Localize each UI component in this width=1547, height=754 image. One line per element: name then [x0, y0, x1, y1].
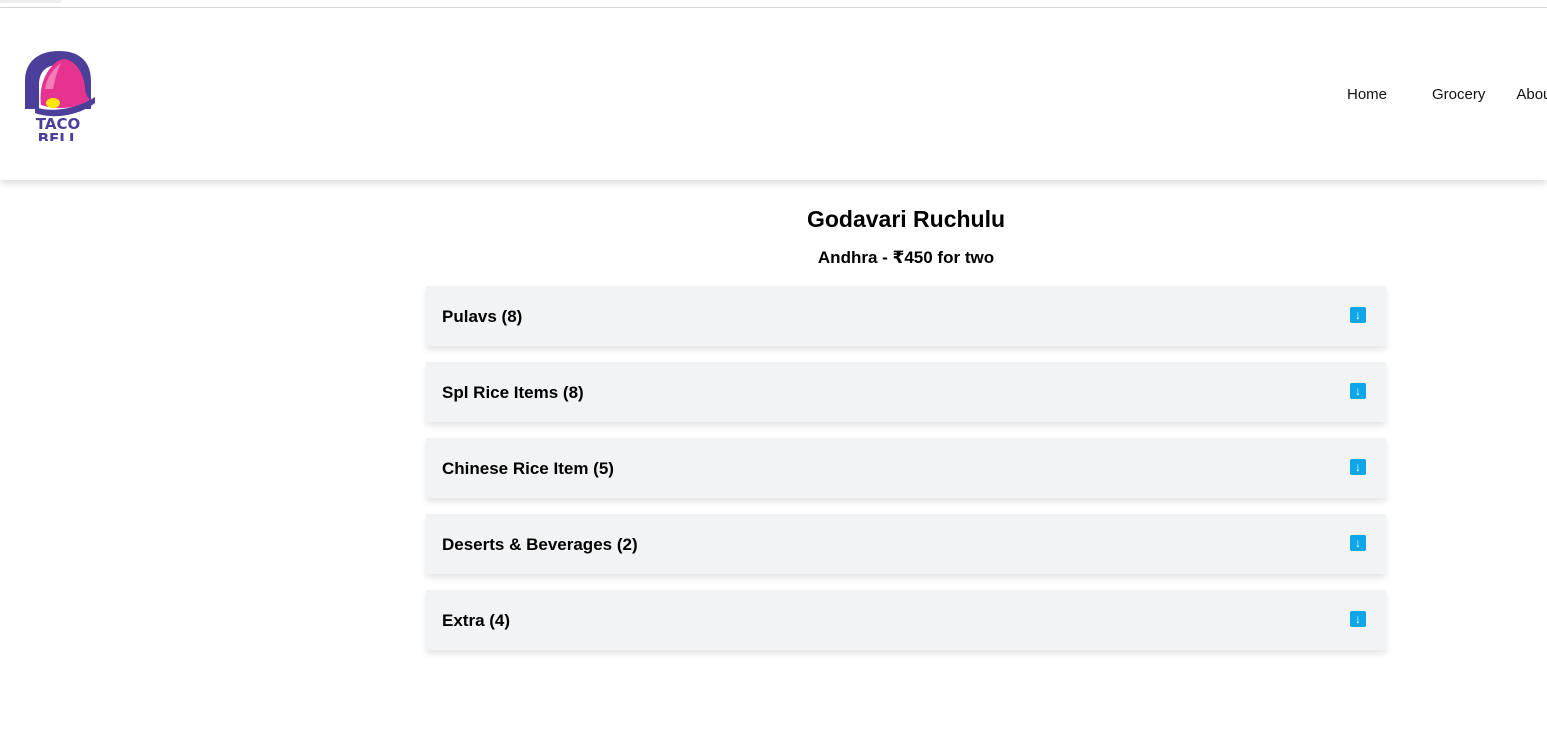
category-accordion-pulavs[interactable]: Pulavs (8) ↓ [426, 286, 1386, 346]
arrow-down-icon[interactable]: ↓ [1350, 459, 1366, 475]
nav-about-link[interactable]: About [1516, 86, 1547, 103]
site-header: TACO BELL Home Grocery About [0, 8, 1547, 180]
arrow-down-icon[interactable]: ↓ [1350, 307, 1366, 323]
category-title: Extra (4) [442, 611, 511, 630]
browser-top-bar [0, 0, 1547, 8]
restaurant-menu: Godavari Ruchulu Andhra - ₹450 for two P… [426, 190, 1386, 666]
arrow-down-icon[interactable]: ↓ [1350, 535, 1366, 551]
nav-home-link[interactable]: Home [1347, 86, 1387, 103]
restaurant-cuisine-price: Andhra - ₹450 for two [817, 248, 995, 267]
arrow-down-icon[interactable]: ↓ [1350, 383, 1366, 399]
arrow-down-icon[interactable]: ↓ [1350, 611, 1366, 627]
category-list: Pulavs (8) ↓ Spl Rice Items (8) ↓ Chines… [426, 286, 1386, 650]
category-title: Chinese Rice Item (5) [442, 459, 614, 478]
main-nav: Home Grocery About [1347, 86, 1547, 103]
restaurant-name: Godavari Ruchulu [806, 206, 1006, 232]
bell-logo-icon: TACO BELL [25, 51, 95, 148]
category-title: Spl Rice Items (8) [442, 383, 584, 402]
svg-text:BELL: BELL [38, 130, 79, 141]
category-accordion-deserts-beverages[interactable]: Deserts & Beverages (2) ↓ [426, 514, 1386, 574]
category-accordion-spl-rice-items[interactable]: Spl Rice Items (8) ↓ [426, 362, 1386, 422]
category-title: Pulavs (8) [442, 307, 523, 326]
category-accordion-chinese-rice-item[interactable]: Chinese Rice Item (5) ↓ [426, 438, 1386, 498]
category-accordion-extra[interactable]: Extra (4) ↓ [426, 590, 1386, 650]
browser-tab-edge [0, 0, 62, 3]
category-title: Deserts & Beverages (2) [442, 535, 638, 554]
taco-bell-logo[interactable]: TACO BELL [21, 47, 95, 148]
nav-grocery-link[interactable]: Grocery [1432, 86, 1485, 103]
